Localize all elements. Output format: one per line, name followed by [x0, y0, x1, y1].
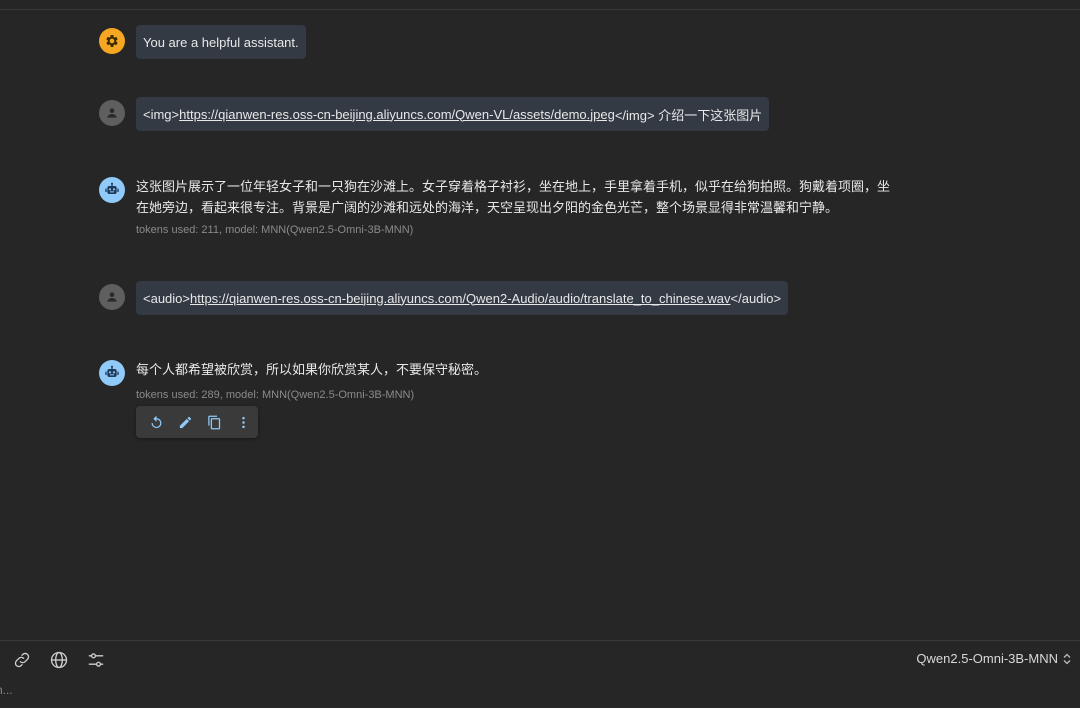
more-vert-icon — [242, 416, 245, 428]
gear-icon — [106, 35, 118, 47]
more-button[interactable] — [229, 407, 258, 437]
robot-icon — [105, 365, 119, 377]
copy-button[interactable] — [200, 407, 229, 437]
message-actions — [136, 406, 258, 438]
link-button[interactable] — [11, 649, 33, 671]
globe-icon — [50, 651, 68, 669]
system-message-text: You are a helpful assistant. — [143, 34, 299, 50]
bot-message: 这张图片展示了一位年轻女子和一只狗在沙滩上。女子穿着格子衬衫，坐在地上，手里拿着… — [136, 176, 890, 218]
bot-message: 每个人都希望被欣赏，所以如果你欣赏某人，不要保守秘密。 — [136, 359, 487, 380]
person-icon — [107, 292, 117, 302]
settings-button[interactable] — [85, 649, 107, 671]
user-message: <audio> https://qianwen-res.oss-cn-beijin… — [136, 281, 789, 315]
user-message-suffix: </audio> — [730, 290, 782, 306]
input-bar: Qwen2.5-Omni-3B-MNN n... — [0, 640, 1080, 708]
model-selector[interactable]: Qwen2.5-Omni-3B-MNN — [916, 651, 1072, 666]
copy-icon — [208, 415, 221, 429]
bot-message-line: 在她旁边，看起来很专注。背景是广阔的沙滩和远处的海洋，天空呈现出夕阳的金色光芒，… — [136, 200, 839, 215]
regenerate-icon — [151, 415, 162, 428]
regenerate-button[interactable] — [142, 407, 171, 437]
web-search-button[interactable] — [48, 649, 70, 671]
chevron-up-down-icon — [1063, 653, 1071, 664]
user-avatar — [99, 284, 125, 310]
bot-avatar — [99, 177, 125, 203]
user-message-prefix: <audio> — [143, 290, 190, 306]
chat-area: You are a helpful assistant. <img> https:… — [0, 0, 1080, 640]
user-avatar — [99, 100, 125, 126]
message-meta: tokens used: 289, model: MNN(Qwen2.5-Omn… — [136, 389, 415, 401]
bot-avatar — [99, 360, 125, 386]
sliders-icon — [88, 653, 104, 667]
person-icon — [107, 108, 117, 118]
message-input-placeholder[interactable]: n... — [0, 683, 13, 697]
system-avatar — [99, 28, 125, 54]
model-name: Qwen2.5-Omni-3B-MNN — [916, 651, 1058, 666]
bot-message-line: 每个人都希望被欣赏，所以如果你欣赏某人，不要保守秘密。 — [136, 362, 488, 377]
user-message: <img> https://qianwen-res.oss-cn-beijing.… — [136, 97, 770, 131]
user-message-suffix: </img> 介绍一下这张图片 — [614, 107, 763, 123]
edit-icon — [179, 416, 192, 428]
robot-icon — [105, 182, 119, 194]
edit-button[interactable] — [171, 407, 200, 437]
bot-message-line: 这张图片展示了一位年轻女子和一只狗在沙滩上。女子穿着格子衬衫，坐在地上，手里拿着… — [136, 179, 891, 194]
image-link[interactable]: https://qianwen-res.oss-cn-beijing.aliyu… — [179, 107, 615, 122]
user-message-prefix: <img> — [143, 106, 180, 122]
message-meta: tokens used: 211, model: MNN(Qwen2.5-Omn… — [136, 224, 414, 236]
system-message: You are a helpful assistant. — [136, 25, 306, 59]
audio-link[interactable]: https://qianwen-res.oss-cn-beijing.aliyu… — [190, 291, 731, 306]
link-icon — [14, 652, 30, 668]
